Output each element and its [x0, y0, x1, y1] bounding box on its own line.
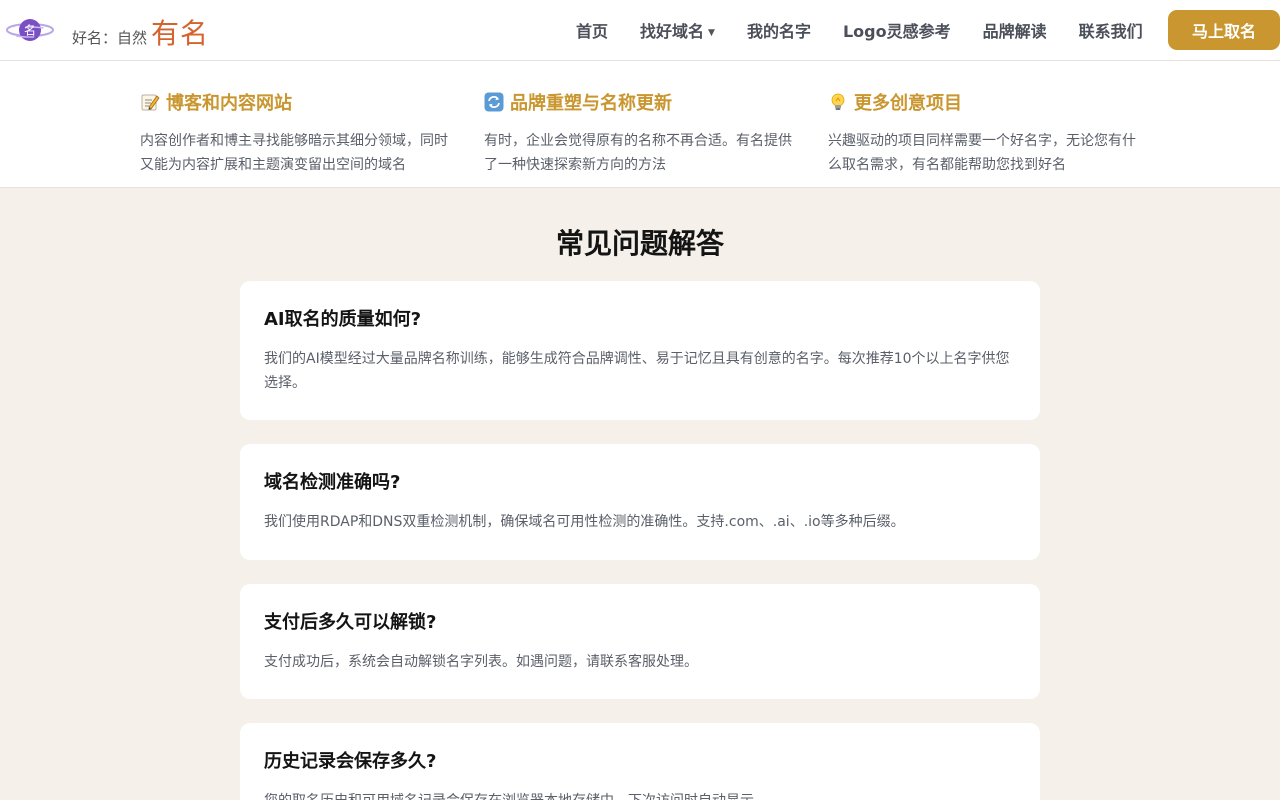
usecase-creative: 更多创意项目 兴趣驱动的项目同样需要一个好名字，无论您有什么取名需求，有名都能帮…	[828, 89, 1138, 177]
faq-item[interactable]: 域名检测准确吗? 我们使用RDAP和DNS双重检测机制，确保域名可用性检测的准确…	[240, 444, 1040, 560]
faq-question: 域名检测准确吗?	[264, 472, 401, 493]
site-header: 名 好名：自然 有名 首页 找好域名 ▼ 我的名字 Logo灵感参考 品牌解读 联…	[0, 0, 1280, 61]
nav-logo-inspiration[interactable]: Logo灵感参考	[843, 18, 951, 42]
usecase-desc: 内容创作者和博主寻找能够暗示其细分领域，同时又能为内容扩展和主题演变留出空间的域…	[140, 133, 448, 173]
usecase-rebrand: 品牌重塑与名称更新 有时，企业会觉得原有的名称不再合适。有名提供了一种快速探索新…	[484, 89, 794, 177]
usecase-title-text: 博客和内容网站	[166, 93, 292, 114]
faq-answer: 您的取名历史和可用域名记录会保存在浏览器本地存储中，下次访问时自动显示。	[264, 789, 1016, 800]
usecase-title-text: 品牌重塑与名称更新	[510, 93, 672, 114]
nav-home[interactable]: 首页	[576, 18, 608, 42]
faq-item[interactable]: 历史记录会保存多久? 您的取名历史和可用域名记录会保存在浏览器本地存储中，下次访…	[240, 723, 1040, 800]
refresh-arrows-icon	[484, 92, 504, 112]
faq-answer: 支付成功后，系统会自动解锁名字列表。如遇问题，请联系客服处理。	[264, 654, 698, 670]
brand[interactable]: 好名：自然 有名	[72, 12, 209, 52]
nav-my-names[interactable]: 我的名字	[747, 18, 811, 42]
memo-pencil-icon	[141, 94, 160, 111]
usecase-desc: 兴趣驱动的项目同样需要一个好名字，无论您有什么取名需求，有名都能帮助您找到好名	[828, 133, 1136, 173]
usecase-title: 品牌重塑与名称更新	[484, 89, 794, 115]
usecase-title: 更多创意项目	[828, 89, 1138, 115]
start-naming-button[interactable]: 马上取名	[1168, 10, 1280, 50]
usecases-section: 博客和内容网站 内容创作者和博主寻找能够暗示其细分领域，同时又能为内容扩展和主题…	[0, 61, 1280, 188]
faq-item[interactable]: 支付后多久可以解锁? 支付成功后，系统会自动解锁名字列表。如遇问题，请联系客服处…	[240, 584, 1040, 699]
usecase-title-text: 更多创意项目	[854, 93, 962, 114]
faq-title: 常见问题解答	[555, 227, 724, 260]
main-nav: 首页 找好域名 ▼ 我的名字 Logo灵感参考 品牌解读 联系我们	[560, 0, 1159, 60]
faq-question: 支付后多久可以解锁?	[264, 612, 437, 633]
logo-icon[interactable]: 名	[6, 14, 56, 46]
nav-contact[interactable]: 联系我们	[1079, 18, 1143, 42]
faq-question: 历史记录会保存多久?	[264, 751, 437, 772]
logo-char: 名	[24, 23, 36, 38]
brand-prefix: 好名：自然	[72, 29, 148, 47]
nav-brand-insights[interactable]: 品牌解读	[983, 18, 1047, 42]
brand-name: 有名	[151, 17, 210, 50]
faq-question: AI取名的质量如何?	[264, 309, 422, 330]
usecase-desc: 有时，企业会觉得原有的名称不再合适。有名提供了一种快速探索新方向的方法	[484, 133, 792, 173]
caret-down-icon: ▼	[708, 27, 715, 38]
faq-item[interactable]: AI取名的质量如何? 我们的AI模型经过大量品牌名称训练，能够生成符合品牌调性、…	[240, 281, 1040, 420]
nav-find-domain[interactable]: 找好域名 ▼	[640, 18, 715, 42]
nav-find-domain-label: 找好域名	[640, 22, 705, 41]
usecase-title: 博客和内容网站	[140, 89, 450, 115]
usecase-blog: 博客和内容网站 内容创作者和博主寻找能够暗示其细分领域，同时又能为内容扩展和主题…	[140, 89, 450, 177]
faq-answer: 我们使用RDAP和DNS双重检测机制，确保域名可用性检测的准确性。支持.com、…	[264, 514, 905, 530]
lightbulb-icon	[831, 93, 845, 110]
faq-answer: 我们的AI模型经过大量品牌名称训练，能够生成符合品牌调性、易于记忆且具有创意的名…	[264, 351, 1010, 391]
